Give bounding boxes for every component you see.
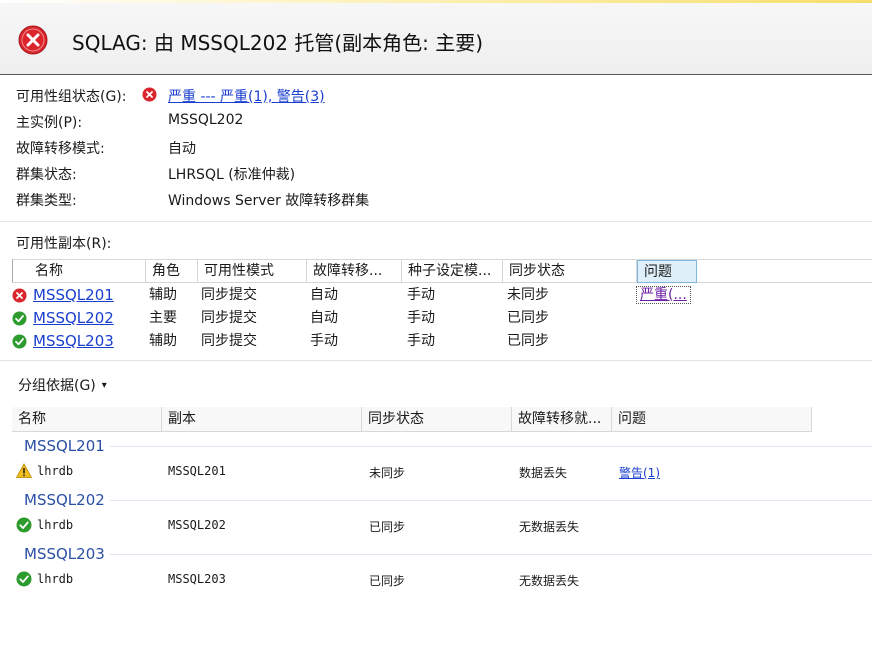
database-name: lhrdb: [37, 464, 74, 478]
group-divider: [110, 500, 872, 501]
primary-instance-label: 主实例(P):: [16, 115, 83, 131]
page-title: SQLAG: 由 MSSQL202 托管(副本角色: 主要): [72, 31, 484, 55]
ag-state-link[interactable]: 严重 --- 严重(1), 警告(3): [168, 86, 325, 106]
group-title-mssql203[interactable]: MSSQL203: [24, 545, 105, 563]
replica-issue-link[interactable]: 严重(...: [636, 284, 691, 307]
database-failover-readiness: 数据丢失: [519, 466, 568, 480]
cluster-type-value: Windows Server 故障转移群集: [168, 193, 370, 209]
database-sync-state: 未同步: [369, 466, 406, 480]
replica-seeding-mode: 手动: [407, 287, 435, 303]
database-replica: MSSQL201: [168, 464, 226, 478]
column-header-replica[interactable]: 副本: [162, 407, 362, 432]
group-title-mssql201[interactable]: MSSQL201: [24, 437, 105, 455]
error-icon: [142, 87, 157, 102]
database-name: lhrdb: [37, 518, 74, 532]
column-header-failover[interactable]: 故障转移...: [307, 260, 402, 283]
cluster-state-label: 群集状态:: [16, 167, 77, 183]
error-icon: [18, 25, 48, 55]
column-header-failover-readiness[interactable]: 故障转移就...: [512, 407, 612, 432]
replica-link-mssql201[interactable]: MSSQL201: [33, 284, 114, 307]
chevron-down-icon: ▾: [101, 380, 107, 391]
dashboard-header: SQLAG: 由 MSSQL202 托管(副本角色: 主要): [0, 3, 872, 75]
replica-role: 辅助: [149, 287, 177, 303]
groupby-label: 分组依据(G): [18, 378, 96, 394]
databases-grid-header: 名称 副本 同步状态 故障转移就... 问题: [12, 407, 812, 432]
database-failover-readiness: 无数据丢失: [519, 520, 580, 534]
check-icon: [12, 311, 27, 326]
database-failover-readiness: 无数据丢失: [519, 574, 580, 588]
check-icon: [16, 571, 32, 587]
column-header-availability-mode[interactable]: 可用性模式: [198, 260, 307, 283]
groupby-dropdown[interactable]: 分组依据(G) ▾: [18, 375, 107, 395]
database-replica: MSSQL202: [168, 518, 226, 532]
column-header-sync-state[interactable]: 同步状态: [503, 260, 637, 283]
cluster-type-label: 群集类型:: [16, 193, 77, 209]
replica-availability-mode: 同步提交: [201, 310, 257, 326]
failover-mode-value: 自动: [168, 141, 196, 157]
check-icon: [16, 517, 32, 533]
column-header-issues[interactable]: 问题: [612, 407, 812, 432]
column-header-seeding[interactable]: 种子设定模...: [402, 260, 503, 283]
replica-availability-mode: 同步提交: [201, 287, 257, 303]
replicas-grid-header: 名称 角色 可用性模式 故障转移... 种子设定模... 同步状态 问题: [12, 259, 872, 283]
ag-state-label: 可用性组状态(G):: [16, 89, 127, 105]
replicas-section-label: 可用性副本(R):: [16, 236, 112, 252]
replica-seeding-mode: 手动: [407, 333, 435, 349]
replica-role: 主要: [149, 310, 177, 326]
column-header-issues[interactable]: 问题: [637, 260, 697, 283]
database-name: lhrdb: [37, 572, 74, 586]
primary-instance-value: MSSQL202: [168, 112, 244, 128]
database-sync-state: 已同步: [369, 520, 406, 534]
cluster-state-value: LHRSQL (标准仲裁): [168, 167, 296, 183]
warning-icon: [16, 463, 32, 478]
replica-availability-mode: 同步提交: [201, 333, 257, 349]
replica-sync-state: 已同步: [507, 310, 549, 326]
section-divider: [0, 360, 872, 361]
group-divider: [110, 554, 872, 555]
issue-critical-link[interactable]: 严重(...: [636, 286, 691, 304]
column-header-role[interactable]: 角色: [146, 260, 198, 283]
check-icon: [12, 334, 27, 349]
replica-failover-mode: 手动: [310, 333, 338, 349]
replica-sync-state: 已同步: [507, 333, 549, 349]
group-divider: [110, 446, 872, 447]
replica-sync-state: 未同步: [507, 287, 549, 303]
replica-link-mssql203[interactable]: MSSQL203: [33, 330, 114, 353]
replica-failover-mode: 自动: [310, 310, 338, 326]
replica-link-mssql202[interactable]: MSSQL202: [33, 307, 114, 330]
section-divider: [0, 221, 872, 222]
replica-failover-mode: 自动: [310, 287, 338, 303]
replica-seeding-mode: 手动: [407, 310, 435, 326]
column-header-name[interactable]: 名称: [29, 260, 146, 283]
replicas-grid: 名称 角色 可用性模式 故障转移... 种子设定模... 同步状态 问题 MSS…: [12, 259, 872, 355]
column-header-name[interactable]: 名称: [12, 407, 162, 432]
database-sync-state: 已同步: [369, 574, 406, 588]
error-icon: [12, 288, 27, 303]
replica-role: 辅助: [149, 333, 177, 349]
column-header-sync-state[interactable]: 同步状态: [362, 407, 512, 432]
group-title-mssql202[interactable]: MSSQL202: [24, 491, 105, 509]
failover-mode-label: 故障转移模式:: [16, 141, 105, 157]
issue-warning-link[interactable]: 警告(1): [619, 464, 660, 481]
database-replica: MSSQL203: [168, 572, 226, 586]
